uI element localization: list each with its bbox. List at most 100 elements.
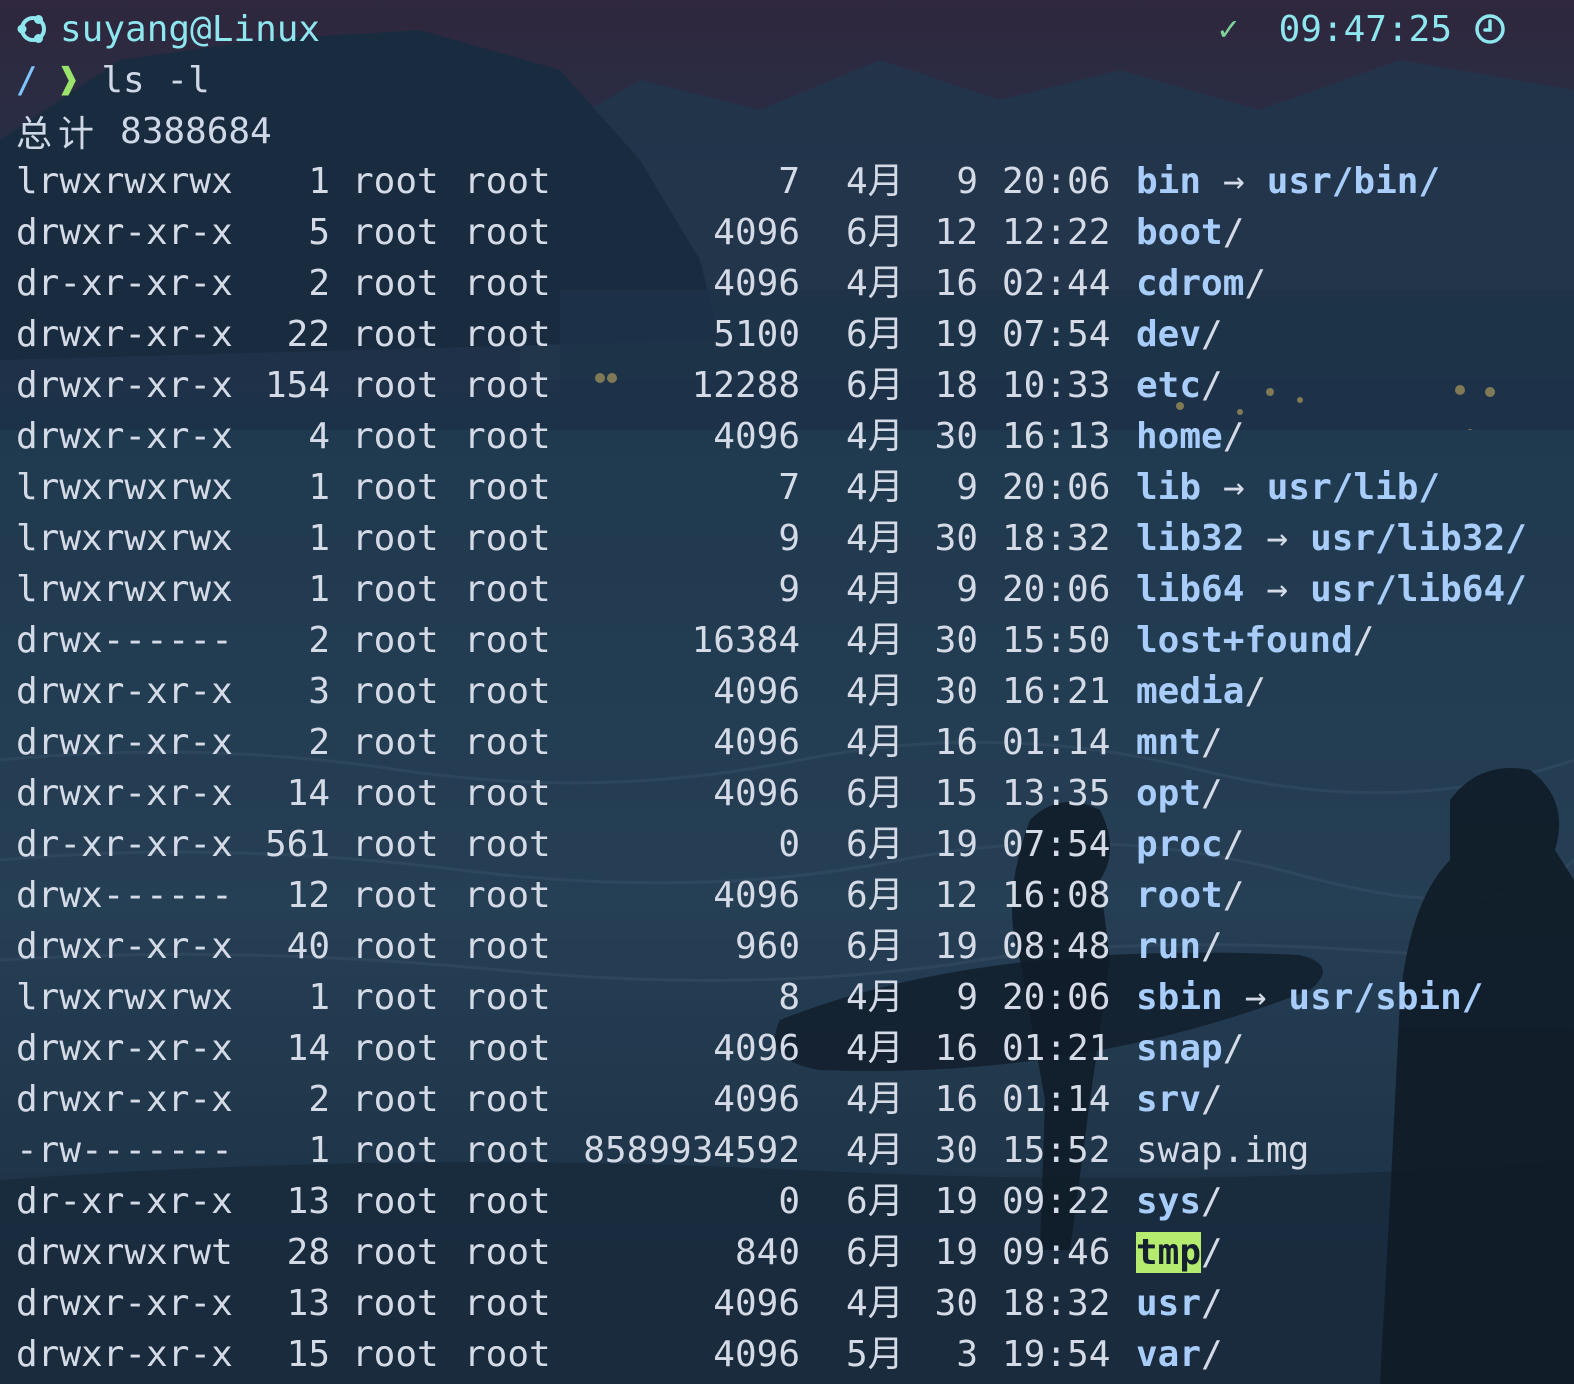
owner: root — [352, 1079, 439, 1120]
symlink-arrow-icon: → — [1266, 569, 1289, 610]
mod-time: 09:46 — [1002, 1232, 1111, 1273]
owner: root — [352, 1334, 439, 1375]
permissions: dr-xr-xr-x — [16, 263, 233, 304]
file-size: 9 — [778, 518, 800, 559]
file-name-text: var — [1136, 1334, 1202, 1375]
mod-month: 4月 — [846, 416, 904, 457]
owner: root — [352, 518, 439, 559]
file-name: proc/ — [1136, 819, 1244, 870]
listing-row: drwxrwxrwt 28 root root 840 6月 19 09:46 tmp/ — [0, 1227, 1574, 1278]
mod-month: 4月 — [846, 1283, 904, 1324]
prompt-header: suyang@Linux — [16, 6, 320, 52]
mod-day: 12 — [934, 875, 978, 916]
group: root — [464, 1232, 551, 1273]
symlink-arrow-icon: → — [1223, 467, 1245, 508]
link-count: 2 — [308, 1079, 330, 1120]
dir-suffix: / — [1201, 314, 1223, 355]
owner: root — [352, 569, 439, 610]
link-count: 13 — [286, 1283, 330, 1324]
command-line[interactable]: / ❱ ls -l — [16, 57, 210, 103]
mod-day: 9 — [956, 161, 978, 202]
mod-month: 4月 — [846, 1079, 904, 1120]
mod-time: 15:52 — [1002, 1130, 1111, 1171]
symlink-arrow-icon: → — [1266, 518, 1289, 559]
link-count: 1 — [308, 977, 330, 1018]
file-name-text: boot — [1136, 212, 1223, 253]
file-name-text: proc — [1136, 824, 1223, 865]
group: root — [464, 212, 551, 253]
listing-row: drwx------ 2 root root 16384 4月 30 15:50 lost+fo… — [0, 615, 1574, 666]
mod-time: 10:33 — [1002, 365, 1111, 406]
symlink-arrow-icon: → — [1244, 977, 1267, 1018]
file-size: 4096 — [713, 263, 800, 304]
group: root — [464, 620, 551, 661]
group: root — [464, 977, 551, 1018]
mod-month: 4月 — [846, 722, 904, 763]
listing-row: drwxr-xr-x 13 root root 4096 4月 30 18:32 usr/ — [0, 1278, 1574, 1329]
mod-day: 16 — [934, 1028, 978, 1069]
file-size: 12288 — [691, 365, 800, 406]
mod-month: 6月 — [846, 875, 904, 916]
group: root — [464, 365, 551, 406]
group: root — [464, 875, 551, 916]
group: root — [464, 518, 551, 559]
owner: root — [352, 1181, 439, 1222]
mod-month: 4月 — [846, 518, 904, 559]
success-check-icon: ✓ — [1218, 9, 1239, 49]
symlink-target: usr/lib/ — [1266, 467, 1441, 508]
file-name-text: mnt — [1136, 722, 1202, 763]
file-name: lib → usr/lib/ — [1136, 462, 1440, 513]
owner: root — [352, 314, 439, 355]
file-name: opt/ — [1136, 768, 1223, 819]
mod-month: 5月 — [846, 1334, 904, 1375]
file-name: lib64 → usr/lib64/ — [1136, 564, 1527, 615]
file-name: etc/ — [1136, 360, 1223, 411]
terminal-window[interactable]: suyang@Linux ✓ 09:47:25 / ❱ ls -l 总计 838… — [0, 0, 1574, 1384]
owner: root — [352, 722, 439, 763]
file-size: 4096 — [713, 722, 800, 763]
owner: root — [352, 365, 439, 406]
file-name: dev/ — [1136, 309, 1223, 360]
dir-suffix: / — [1201, 1079, 1223, 1120]
file-size: 7 — [778, 161, 800, 202]
group: root — [464, 926, 551, 967]
permissions: drwxr-xr-x — [16, 1283, 233, 1324]
group: root — [464, 1130, 551, 1171]
file-name-text: run — [1136, 926, 1202, 967]
listing-row: drwxr-xr-x 14 root root 4096 4月 16 01:21 snap/ — [0, 1023, 1574, 1074]
link-count: 40 — [286, 926, 330, 967]
group: root — [464, 263, 551, 304]
permissions: lrwxrwxrwx — [16, 977, 233, 1018]
file-name-text: opt — [1136, 773, 1202, 814]
mod-day: 15 — [934, 773, 978, 814]
file-name-text: sbin — [1136, 977, 1223, 1018]
mod-month: 6月 — [846, 824, 904, 865]
file-name: run/ — [1136, 921, 1223, 972]
mod-time: 16:08 — [1002, 875, 1111, 916]
file-name-text: usr — [1136, 1283, 1202, 1324]
link-count: 154 — [264, 365, 330, 406]
file-size: 4096 — [713, 875, 800, 916]
permissions: drwx------ — [16, 875, 233, 916]
listing-row: drwxr-xr-x 4 root root 4096 4月 30 16:13 home/ — [0, 411, 1574, 462]
command-text: ls -l — [101, 59, 210, 101]
dir-suffix: / — [1201, 1283, 1223, 1324]
owner: root — [352, 1028, 439, 1069]
file-name: sbin → usr/sbin/ — [1136, 972, 1483, 1023]
permissions: drwxr-xr-x — [16, 212, 233, 253]
owner: root — [352, 161, 439, 202]
mod-day: 16 — [934, 722, 978, 763]
file-size: 960 — [734, 926, 800, 967]
group: root — [464, 314, 551, 355]
mod-day: 30 — [934, 416, 978, 457]
mod-month: 4月 — [846, 1130, 904, 1171]
permissions: lrwxrwxrwx — [16, 569, 233, 610]
permissions: drwxr-xr-x — [16, 926, 233, 967]
file-name-text: bin — [1136, 161, 1202, 202]
dir-suffix: / — [1222, 875, 1245, 916]
file-name-text: tmp — [1136, 1232, 1202, 1273]
mod-time: 19:54 — [1002, 1334, 1111, 1375]
link-count: 12 — [286, 875, 330, 916]
file-size: 8589934592 — [583, 1130, 800, 1171]
dir-suffix: / — [1222, 212, 1245, 253]
